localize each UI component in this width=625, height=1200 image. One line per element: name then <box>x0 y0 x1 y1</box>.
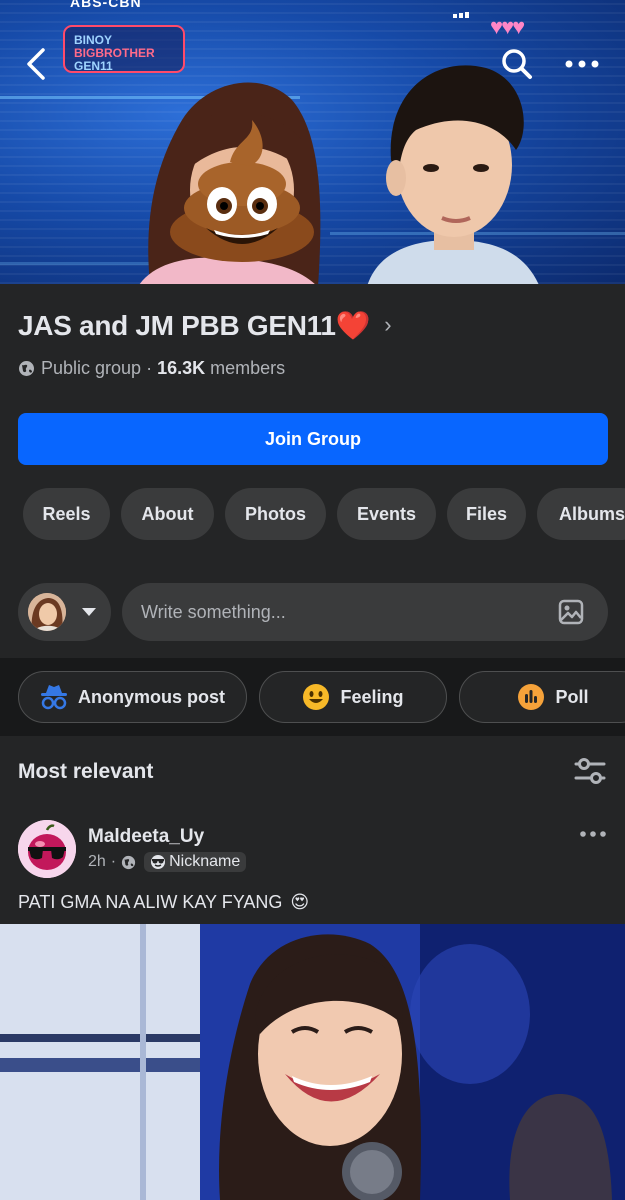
signal-icon <box>453 0 477 18</box>
post-timestamp[interactable]: 2h <box>88 853 106 871</box>
back-button[interactable] <box>14 34 58 94</box>
svg-text:GEN11: GEN11 <box>74 59 113 73</box>
globe-icon <box>19 360 34 376</box>
poll-label: Poll <box>555 686 589 707</box>
chevron-left-icon <box>27 48 45 80</box>
more-horizontal-icon <box>565 60 599 68</box>
avatar <box>28 593 66 631</box>
sunglasses-face-icon <box>151 855 166 869</box>
composer-placeholder: Write something... <box>141 601 286 622</box>
tab-albums[interactable]: Albums <box>537 488 625 540</box>
tab-about[interactable]: About <box>121 488 214 540</box>
write-something-input[interactable]: Write something... <box>122 583 608 641</box>
post-body: PATI GMA NA ALIW KAY FYANG <box>18 892 283 912</box>
feeling-button[interactable]: Feeling <box>259 671 447 723</box>
svg-text:BINOY: BINOY <box>74 33 112 47</box>
search-button[interactable] <box>494 34 540 94</box>
filter-sliders-icon[interactable] <box>574 756 606 786</box>
heart-eyes-emoji: 😍 <box>290 892 310 912</box>
feed-post: Maldeeta_Uy 2h · Nickname PATI GMA NA AL… <box>0 806 625 1200</box>
feed-header: Most relevant <box>0 736 625 806</box>
profile-switcher[interactable] <box>18 583 111 641</box>
group-tabs: Reels About Photos Events Files Albums <box>0 488 625 542</box>
tab-reels[interactable]: Reels <box>23 488 110 540</box>
post-author-name[interactable]: Maldeeta_Uy <box>88 826 204 848</box>
feed-sort-label: Most relevant <box>18 760 154 783</box>
cover-top-text: ABS-CBN <box>70 0 142 10</box>
nickname-badge-label: Nickname <box>169 853 241 870</box>
smile-icon <box>302 683 330 711</box>
feeling-label: Feeling <box>340 686 404 707</box>
meta-separator: · <box>110 853 117 870</box>
post-photo[interactable] <box>0 924 625 1200</box>
meta-separator: · <box>146 357 153 378</box>
post-composer: Write something... <box>0 566 625 658</box>
post-text: PATI GMA NA ALIW KAY FYANG 😍 <box>18 892 309 913</box>
members-label[interactable]: members <box>210 358 285 379</box>
group-meta: Public group · 16.3K members <box>18 356 285 380</box>
nickname-badge: Nickname <box>144 852 247 872</box>
post-photo-illustration <box>0 924 625 1200</box>
tab-photos[interactable]: Photos <box>225 488 326 540</box>
globe-icon <box>122 855 136 869</box>
member-count[interactable]: 16.3K <box>157 358 205 379</box>
tab-events[interactable]: Events <box>337 488 436 540</box>
group-name: JAS and JM PBB GEN11❤️ <box>18 309 371 341</box>
cover-person-left <box>139 82 321 284</box>
poll-button[interactable]: Poll <box>459 671 625 723</box>
photo-icon[interactable] <box>558 599 584 625</box>
tab-files[interactable]: Files <box>447 488 526 540</box>
search-icon <box>502 49 532 79</box>
group-privacy: Public group <box>41 357 142 378</box>
anonymous-icon <box>40 683 68 711</box>
poll-icon <box>517 683 545 711</box>
group-title-link[interactable]: JAS and JM PBB GEN11❤️ › <box>18 304 392 346</box>
anonymous-post-label: Anonymous post <box>78 686 225 707</box>
chevron-right-icon: › <box>384 312 392 337</box>
join-group-button[interactable]: Join Group <box>18 413 608 465</box>
chevron-down-icon <box>82 608 96 616</box>
post-more-icon[interactable] <box>578 826 608 846</box>
svg-text:BIGBROTHER: BIGBROTHER <box>74 46 155 60</box>
post-meta: 2h · Nickname <box>88 851 247 873</box>
more-options-button[interactable] <box>556 34 608 94</box>
post-author-avatar[interactable] <box>18 820 76 878</box>
anonymous-post-button[interactable]: Anonymous post <box>18 671 247 723</box>
group-cover-photo[interactable]: ABS-CBN ♥♥♥ BINOY BIGBROTHER GEN11 <box>0 0 625 284</box>
